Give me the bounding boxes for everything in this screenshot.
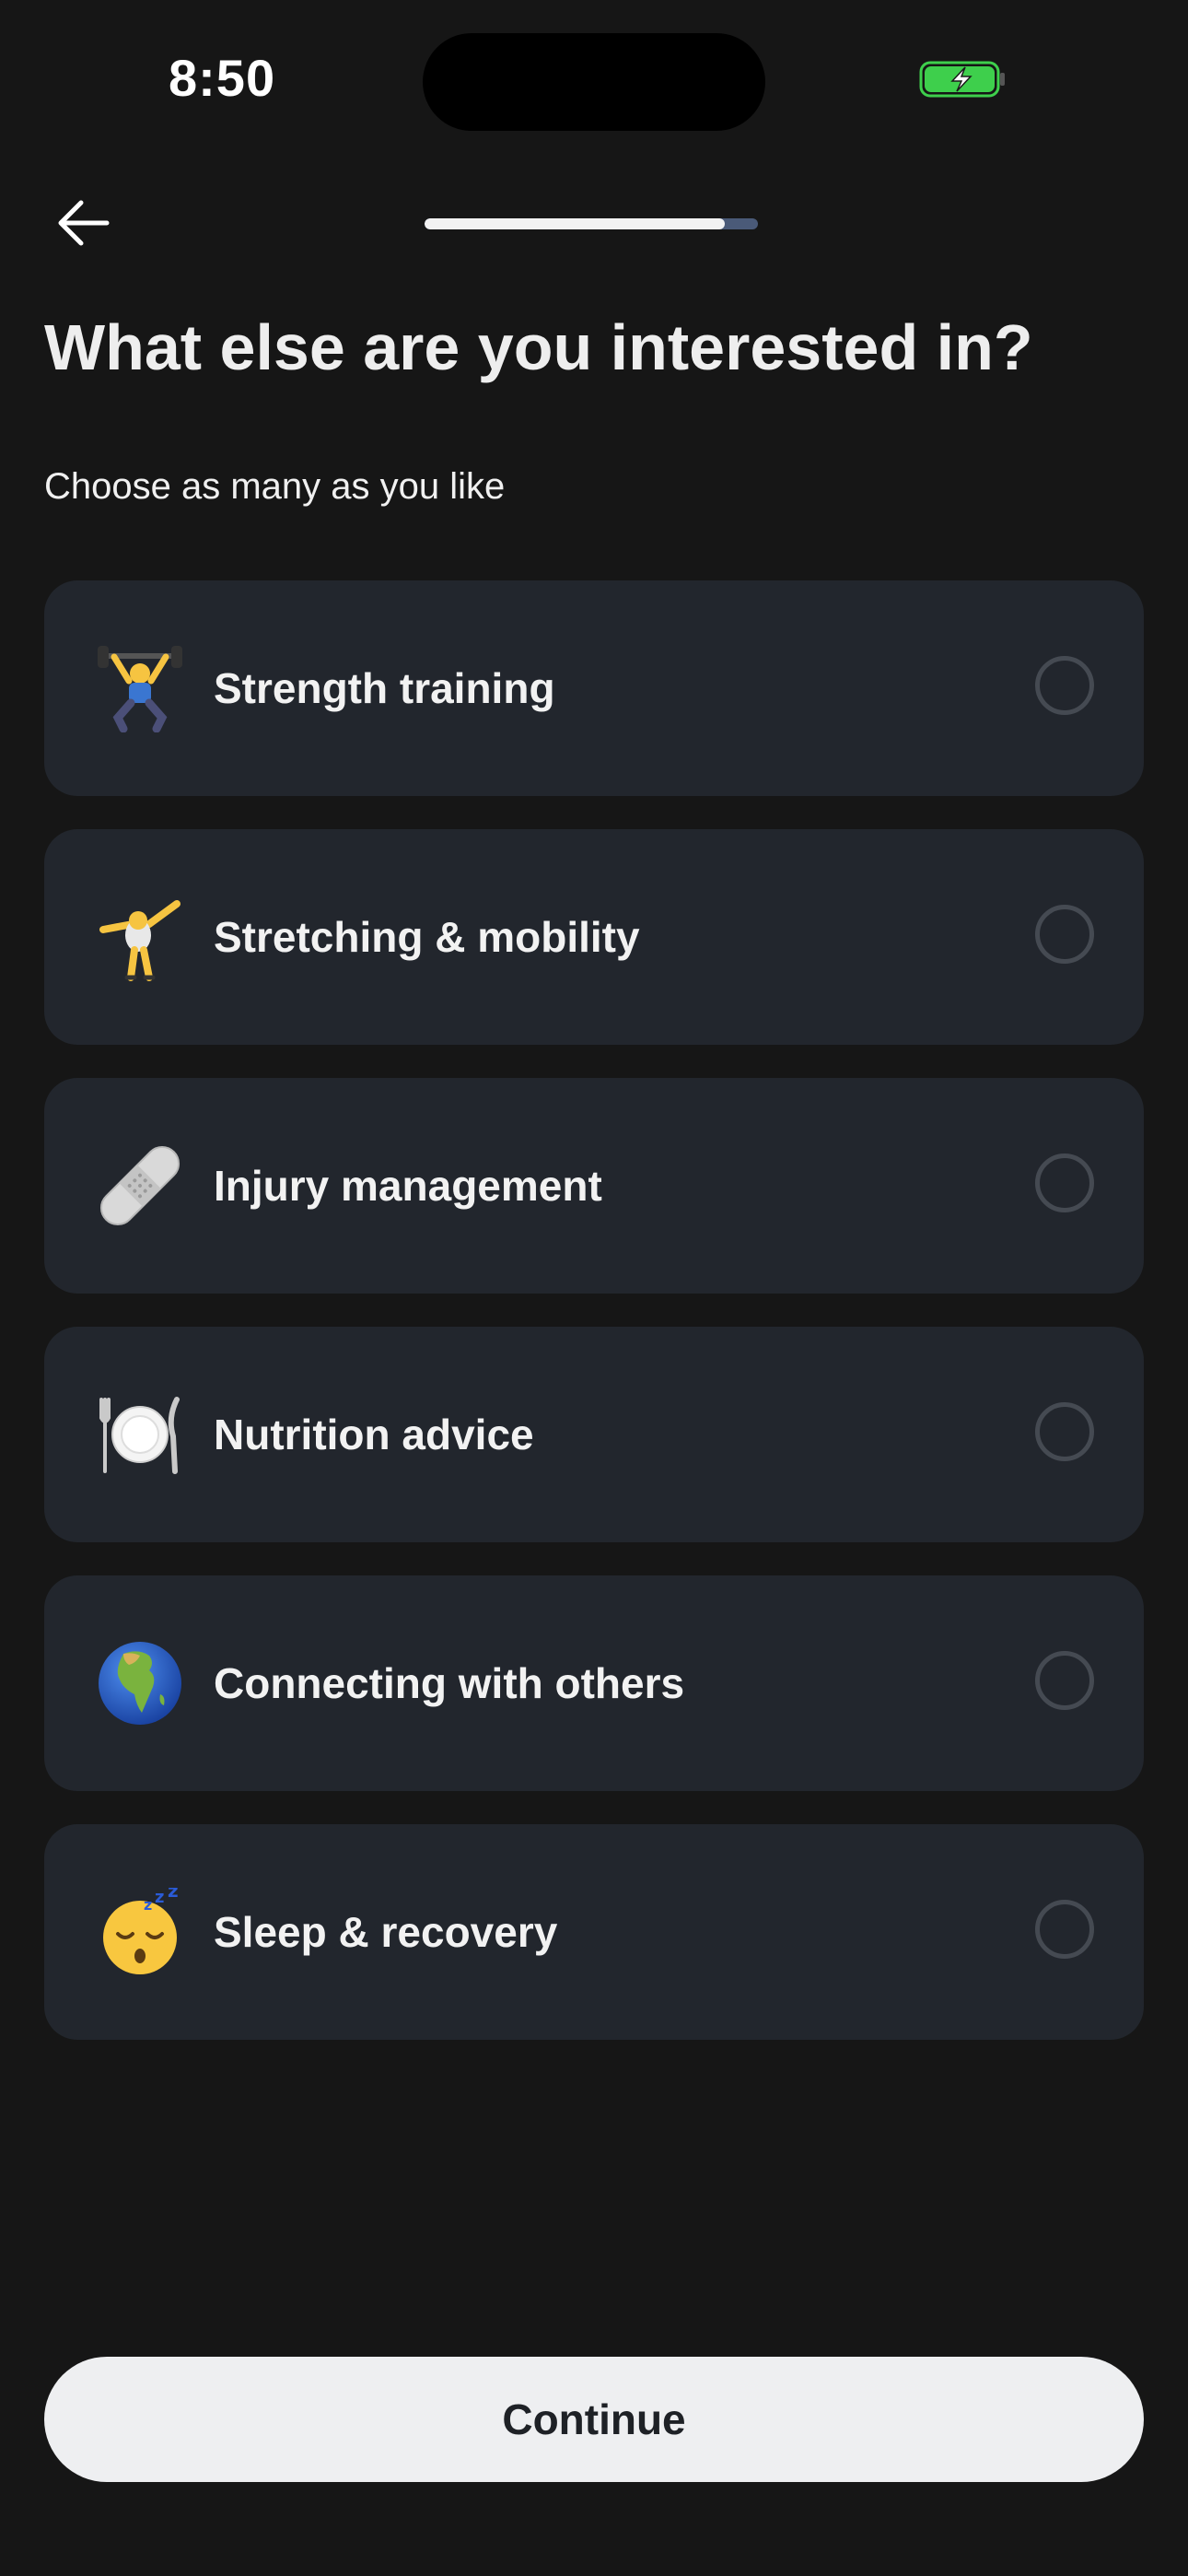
continue-button[interactable]: Continue <box>44 2357 1144 2482</box>
option-stretching-mobility[interactable]: Stretching & mobility <box>44 829 1144 1045</box>
option-strength-training[interactable]: Strength training <box>44 580 1144 796</box>
option-label: Sleep & recovery <box>214 1908 558 1956</box>
option-checkbox[interactable] <box>1035 656 1094 715</box>
option-label: Strength training <box>214 664 555 712</box>
option-nutrition-advice[interactable]: Nutrition advice <box>44 1327 1144 1542</box>
option-injury-management[interactable]: Injury management <box>44 1078 1144 1294</box>
sleeping-face-icon: z z z <box>96 1888 184 1976</box>
option-label: Injury management <box>214 1162 602 1210</box>
status-time: 8:50 <box>169 49 276 107</box>
option-label: Stretching & mobility <box>214 913 640 961</box>
page-title: What else are you interested in? <box>44 311 1033 383</box>
option-checkbox[interactable] <box>1035 1402 1094 1461</box>
option-checkbox[interactable] <box>1035 1900 1094 1959</box>
option-checkbox[interactable] <box>1035 1651 1094 1710</box>
progress-fill <box>425 218 725 229</box>
cartwheel-icon <box>96 893 184 981</box>
battery-charging-icon <box>919 61 1007 98</box>
plate-fork-knife-icon <box>96 1390 184 1479</box>
dynamic-island <box>423 33 765 131</box>
svg-text:z: z <box>168 1888 179 1902</box>
page-subtitle: Choose as many as you like <box>44 466 506 507</box>
arrow-left-icon <box>58 200 110 246</box>
globe-icon <box>96 1639 184 1727</box>
weightlifter-icon <box>96 644 184 732</box>
option-checkbox[interactable] <box>1035 1153 1094 1212</box>
option-label: Nutrition advice <box>214 1411 534 1458</box>
back-button[interactable] <box>44 190 122 256</box>
option-checkbox[interactable] <box>1035 905 1094 964</box>
progress-bar <box>425 218 758 229</box>
bandage-icon <box>96 1142 184 1230</box>
option-connecting-with-others[interactable]: Connecting with others <box>44 1575 1144 1791</box>
option-label: Connecting with others <box>214 1659 685 1707</box>
interest-options-list: Strength training Stretching & mobility <box>44 580 1144 2073</box>
svg-text:z: z <box>144 1896 152 1914</box>
option-sleep-recovery[interactable]: z z z Sleep & recovery <box>44 1824 1144 2040</box>
svg-text:z: z <box>155 1888 164 1907</box>
